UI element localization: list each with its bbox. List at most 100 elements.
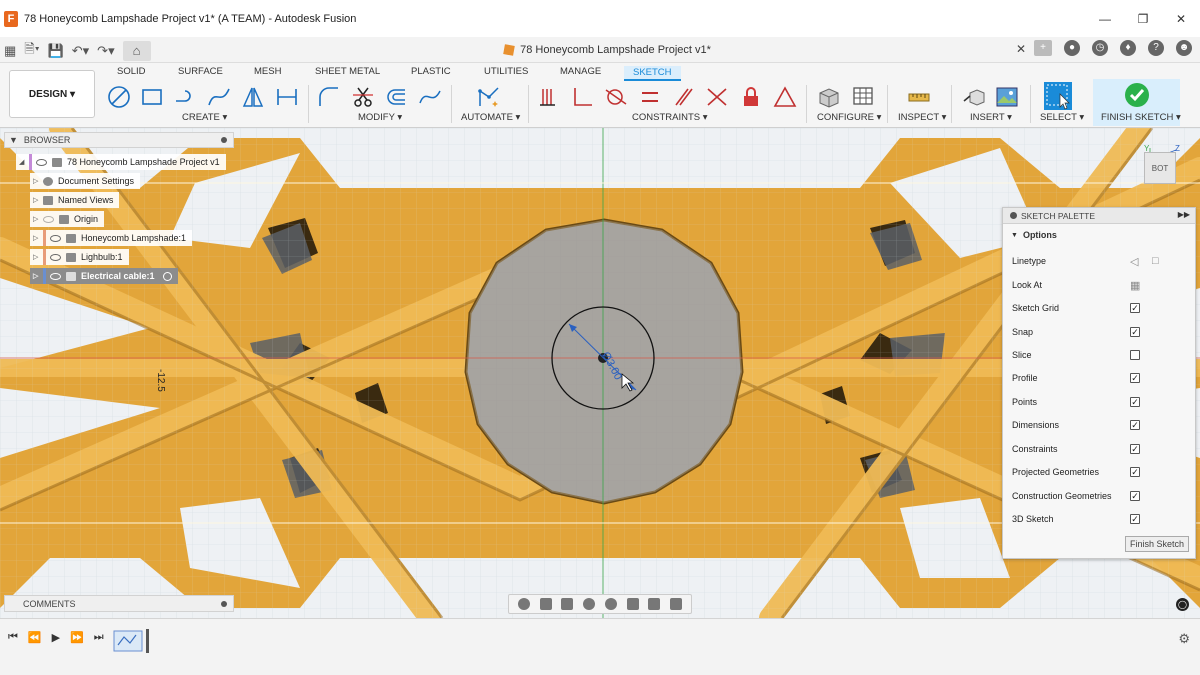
rectangle-tool-icon[interactable] (140, 85, 164, 109)
display-settings-icon[interactable] (626, 598, 639, 610)
expand-arrow-icon[interactable]: ▷ (33, 177, 43, 185)
linear-dimension-label[interactable]: -12.5 (155, 369, 166, 392)
create-menu[interactable]: CREATE ▾ (182, 112, 227, 123)
mirror-tool-icon[interactable] (241, 85, 265, 109)
points-checkbox[interactable]: ✓ (1130, 397, 1140, 407)
grid-menu-icon[interactable]: ▦ (4, 43, 16, 59)
minimize-button[interactable]: — (1086, 12, 1124, 26)
configure-menu[interactable]: CONFIGURE ▾ (817, 112, 881, 123)
construction-geometries-checkbox[interactable]: ✓ (1130, 491, 1140, 501)
tab-solid[interactable]: SOLID (117, 66, 146, 77)
sketch-palette-header[interactable]: SKETCH PALETTE ▶▶ (1003, 208, 1195, 224)
trim-scissors-icon[interactable] (351, 85, 375, 109)
browser-item-lighbulb[interactable]: ▷ Lighbulb:1 (30, 249, 129, 265)
browser-item-document-settings[interactable]: ▷ Document Settings (30, 173, 141, 189)
extensions-icon[interactable]: ● (1064, 40, 1080, 56)
constraints-checkbox[interactable]: ✓ (1130, 444, 1140, 454)
automate-tool-icon[interactable] (477, 85, 501, 109)
pan-hand-icon[interactable] (561, 598, 574, 610)
orbit-icon[interactable] (517, 598, 530, 610)
measure-ruler-icon[interactable] (907, 85, 931, 109)
workspace-switcher[interactable]: DESIGN ▾ (9, 70, 95, 118)
timeline-play-icon[interactable]: ▶ (52, 631, 60, 644)
new-tab-icon[interactable]: + (1034, 40, 1052, 56)
coincident-constraint-icon[interactable] (537, 85, 561, 109)
home-icon[interactable]: ⌂ (122, 41, 151, 61)
viewports-icon[interactable] (670, 598, 683, 610)
finish-sketch-check-icon[interactable] (1124, 82, 1150, 108)
constraints-menu[interactable]: CONSTRAINTS ▾ (632, 112, 708, 123)
visibility-eye-icon[interactable] (43, 215, 54, 223)
modify-menu[interactable]: MODIFY ▾ (358, 112, 402, 123)
help-icon[interactable]: ? (1148, 40, 1164, 56)
visibility-eye-icon[interactable] (50, 272, 61, 280)
automate-menu[interactable]: AUTOMATE ▾ (461, 112, 520, 123)
configure-cube-icon[interactable] (817, 85, 841, 109)
browser-collapse-icon[interactable]: ▼ (9, 135, 18, 145)
tab-mesh[interactable]: MESH (254, 66, 281, 77)
sketch-grid-checkbox[interactable]: ✓ (1130, 303, 1140, 313)
timeline-sketch-feature-icon[interactable] (112, 629, 150, 653)
inspect-menu[interactable]: INSPECT ▾ (898, 112, 946, 123)
comments-panel-header[interactable]: COMMENTS (4, 595, 234, 612)
snap-checkbox[interactable]: ✓ (1130, 327, 1140, 337)
finish-sketch-menu[interactable]: FINISH SKETCH ▾ (1101, 112, 1181, 123)
slice-checkbox[interactable] (1130, 350, 1140, 360)
linetype-centerline-icon[interactable]: □ (1152, 255, 1159, 267)
browser-item-honeycomb-lampshade[interactable]: ▷ Honeycomb Lampshade:1 (30, 230, 193, 246)
browser-root-item[interactable]: ◢ 78 Honeycomb Lampshade Project v1 (16, 154, 226, 170)
visibility-eye-icon[interactable] (50, 253, 61, 261)
symmetry-constraint-icon[interactable] (773, 85, 797, 109)
browser-item-named-views[interactable]: ▷ Named Views (30, 192, 120, 208)
visibility-eye-icon[interactable] (50, 234, 61, 242)
collinear-constraint-icon[interactable] (705, 85, 729, 109)
dimensions-checkbox[interactable]: ✓ (1130, 420, 1140, 430)
fit-zoom-icon[interactable] (604, 598, 617, 610)
fillet-tool-icon[interactable] (317, 85, 341, 109)
3d-sketch-checkbox[interactable]: ✓ (1130, 514, 1140, 524)
insert-menu[interactable]: INSERT ▾ (970, 112, 1012, 123)
tangent-constraint-icon[interactable] (604, 85, 628, 109)
notifications-icon[interactable]: ♦ (1120, 40, 1136, 56)
insert-derive-icon[interactable] (962, 85, 986, 109)
expand-arrow-icon[interactable]: ▷ (33, 215, 43, 223)
tab-manage[interactable]: MANAGE (560, 66, 601, 77)
maximize-button[interactable]: ❐ (1124, 12, 1162, 26)
spline-tool-icon[interactable] (207, 85, 231, 109)
timeline-start-icon[interactable]: ⏮ (8, 631, 18, 644)
expand-arrow-icon[interactable]: ▷ (33, 272, 43, 280)
tab-utilities[interactable]: UTILITIES (484, 66, 528, 77)
linetype-construction-icon[interactable]: ◁ (1130, 255, 1138, 268)
comments-add-icon[interactable] (221, 601, 227, 607)
close-tab-icon[interactable]: ✕ (1016, 42, 1026, 56)
viewcube[interactable]: BOT (1144, 152, 1176, 184)
browser-item-electrical-cable[interactable]: ▷ Electrical cable:1 (30, 268, 178, 284)
browser-panel-header[interactable]: ▼ BROWSER (4, 132, 234, 148)
timeline-prev-icon[interactable]: ⏪ (28, 631, 42, 644)
job-status-icon[interactable]: ◷ (1092, 40, 1108, 56)
timeline-end-icon[interactable]: ⏭ (94, 631, 104, 644)
expand-arrow-icon[interactable]: ▷ (33, 196, 43, 204)
profile-checkbox[interactable]: ✓ (1130, 373, 1140, 383)
browser-item-origin[interactable]: ▷ Origin (30, 211, 105, 227)
tab-plastic[interactable]: PLASTIC (411, 66, 451, 77)
look-at-face-icon[interactable] (539, 598, 552, 610)
tab-surface[interactable]: SURFACE (178, 66, 223, 77)
tab-sheet-metal[interactable]: SHEET METAL (315, 66, 380, 77)
redo-icon[interactable]: ↷▾ (97, 43, 114, 59)
activate-radio-icon[interactable] (162, 271, 172, 281)
document-tab[interactable]: 78 Honeycomb Lampshade Project v1* (180, 37, 1035, 63)
look-icon[interactable]: ◯ (1176, 598, 1189, 611)
user-avatar[interactable]: ☻ (1176, 40, 1192, 56)
equal-constraint-icon[interactable] (638, 85, 662, 109)
select-menu[interactable]: SELECT ▾ (1040, 112, 1084, 123)
expand-arrow-icon[interactable]: ▷ (33, 234, 43, 242)
finish-sketch-button[interactable]: Finish Sketch (1124, 536, 1189, 552)
look-at-icon[interactable]: ▦ (1130, 279, 1140, 292)
undo-icon[interactable]: ↶▾ (72, 43, 89, 59)
offset-tool-icon[interactable] (385, 85, 409, 109)
options-section-header[interactable]: ▼ Options (1003, 224, 1195, 246)
expand-arrow-icon[interactable]: ▷ (33, 253, 43, 261)
dimension-tool-icon[interactable] (275, 85, 299, 109)
zoom-icon[interactable] (583, 598, 596, 610)
